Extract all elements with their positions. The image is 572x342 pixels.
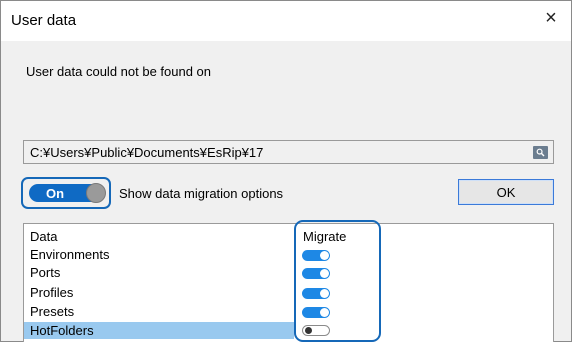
table-row[interactable]: Environments — [24, 246, 294, 263]
title-bar: User data × — [1, 1, 571, 41]
not-found-message: User data could not be found on — [26, 64, 212, 79]
dialog-title: User data — [11, 12, 77, 29]
toggle-label: On — [46, 186, 65, 201]
ok-button-label: OK — [496, 184, 516, 200]
table-row[interactable]: Presets — [24, 303, 294, 320]
row-label-hotfolders: HotFolders — [30, 323, 94, 338]
table-row-selected[interactable]: HotFolders — [24, 322, 294, 339]
row-label-profiles: Profiles — [30, 285, 74, 300]
ok-button[interactable]: OK — [458, 179, 554, 205]
path-text: C:¥Users¥Public¥Documents¥EsRip¥17 — [30, 145, 264, 160]
table-row[interactable]: Ports — [24, 264, 294, 281]
toggle-knob — [86, 183, 106, 203]
close-icon: × — [545, 6, 557, 29]
browse-button[interactable] — [533, 146, 548, 159]
data-table: Data Migrate Environments Ports Profiles… — [23, 223, 554, 342]
row-label-environments: Environments — [30, 247, 110, 262]
migrate-column-highlight — [294, 220, 381, 342]
close-button[interactable]: × — [531, 1, 571, 35]
magnifier-icon — [536, 148, 545, 157]
migration-toggle-highlight: On — [21, 177, 111, 209]
column-header-data: Data — [30, 229, 58, 244]
row-label-presets: Presets — [30, 304, 75, 319]
path-field[interactable]: C:¥Users¥Public¥Documents¥EsRip¥17 — [23, 140, 554, 164]
table-row[interactable]: Profiles — [24, 284, 294, 301]
user-data-dialog: User data × User data could not be found… — [0, 0, 572, 342]
migration-options-toggle[interactable]: On — [29, 183, 106, 203]
show-options-label: Show data migration options — [119, 186, 284, 201]
row-label-ports: Ports — [30, 265, 61, 280]
